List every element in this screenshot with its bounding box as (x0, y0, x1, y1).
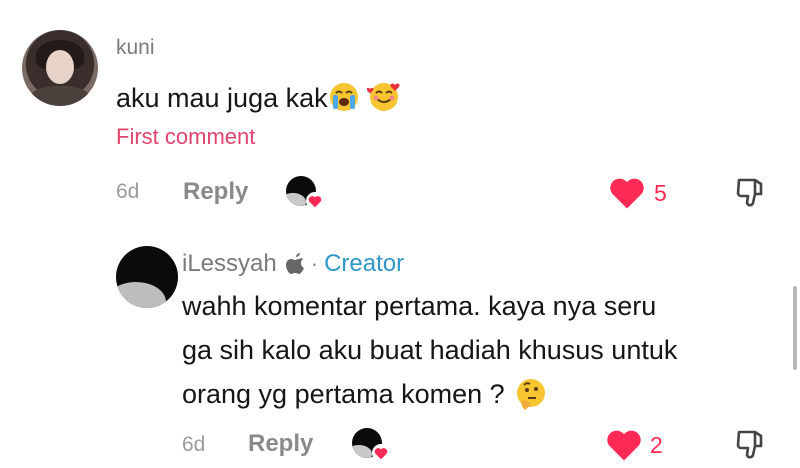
reply-button[interactable]: Reply (183, 178, 248, 206)
heart-icon (610, 178, 644, 209)
reply-text-line: ga sih kalo aku buat hadiah khusus untuk (182, 335, 678, 365)
comment-text-content: aku mau juga kak (116, 83, 328, 113)
reply-text: wahh komentar pertama. kaya nya seru ga … (182, 284, 677, 416)
creator-heart-icon (372, 444, 390, 462)
avatar[interactable] (22, 30, 98, 106)
creator-liked-indicator (352, 428, 392, 464)
like-button[interactable] (608, 176, 648, 210)
reply-button[interactable]: Reply (248, 430, 313, 458)
reply-text-line: orang yg pertama komen ? (182, 379, 505, 409)
creator-heart-icon (306, 192, 324, 210)
thinking-face-icon (516, 379, 545, 410)
reply-header: iLessyah · Creator (182, 250, 404, 278)
avatar-body (30, 86, 90, 106)
scrollbar[interactable] (793, 286, 797, 370)
reply-text-line: wahh komentar pertama. kaya nya seru (182, 291, 657, 321)
creator-liked-indicator (286, 176, 326, 212)
thumbs-down-icon (736, 430, 763, 459)
like-count: 5 (654, 180, 667, 206)
comment-age: 6d (116, 180, 140, 203)
dislike-button[interactable] (733, 426, 769, 467)
apple-icon (285, 253, 304, 274)
loudly-crying-face-icon (329, 83, 358, 111)
dislike-button[interactable] (733, 174, 769, 215)
separator: · (310, 251, 319, 276)
comment-username[interactable]: kuni (116, 36, 155, 60)
reply-avatar[interactable] (116, 246, 178, 308)
heart-icon (607, 430, 641, 461)
comment-text: aku mau juga kak (116, 76, 400, 120)
reply-username[interactable]: iLessyah (182, 250, 277, 278)
like-button[interactable] (605, 428, 645, 462)
thumbs-down-icon (736, 178, 763, 207)
reply-text-line-3: orang yg pertama komen ? (182, 372, 677, 416)
like-count: 2 (650, 432, 663, 458)
moon-shape (116, 282, 166, 308)
first-comment-badge: First comment (116, 124, 256, 149)
smiling-face-with-hearts-icon (366, 83, 400, 111)
creator-label: Creator (324, 250, 405, 277)
reply-age: 6d (182, 433, 206, 456)
avatar-face (46, 50, 74, 84)
